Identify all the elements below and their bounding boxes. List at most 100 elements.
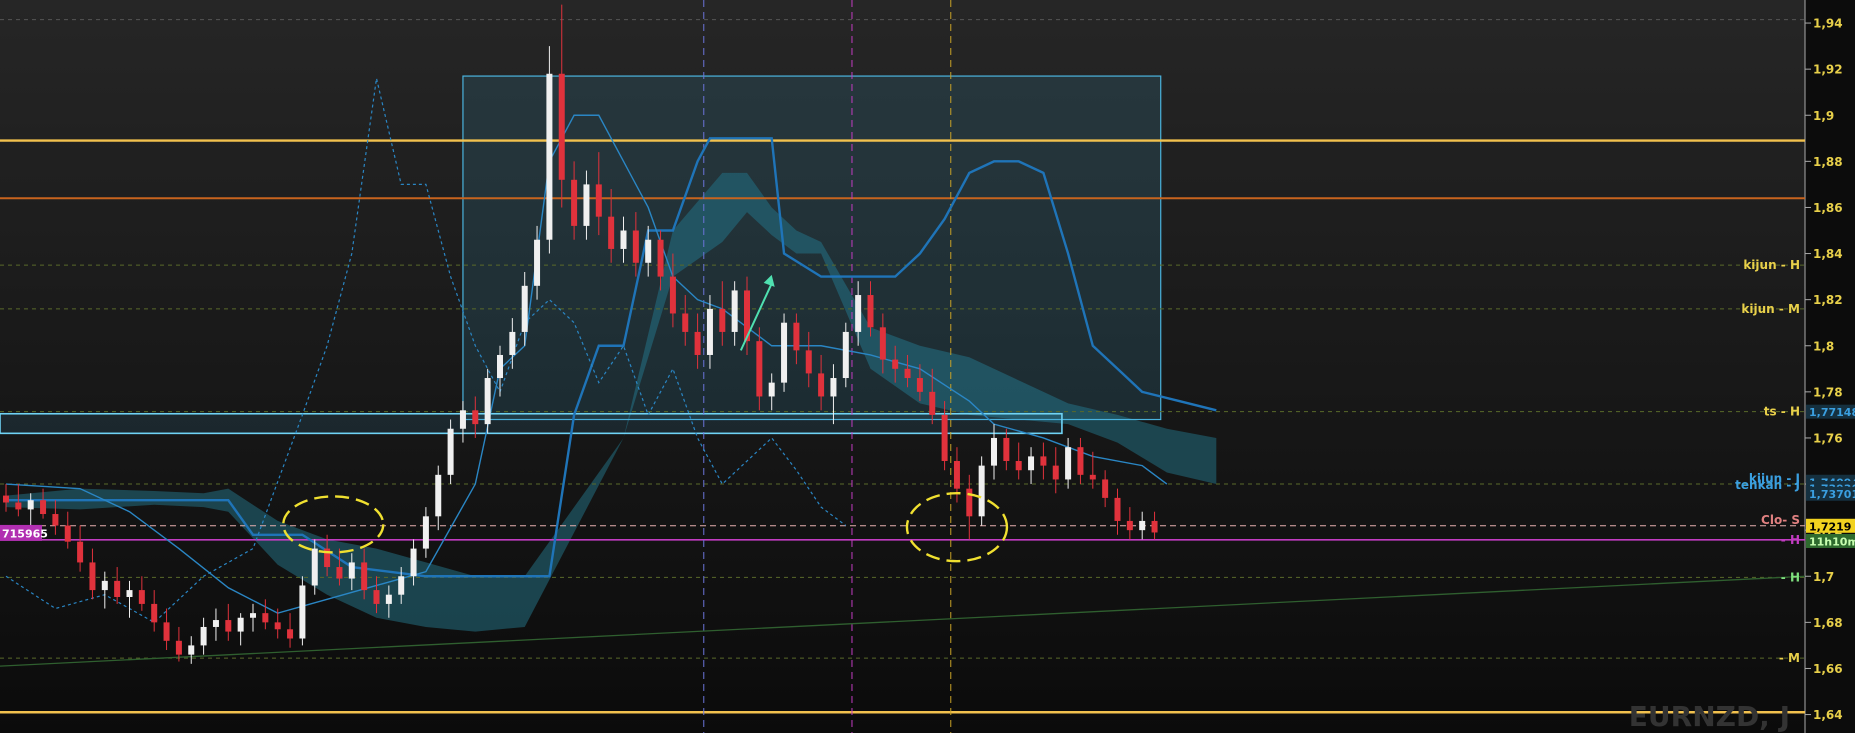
candle-body	[27, 500, 34, 510]
candle-body	[608, 216, 615, 249]
candle-body	[941, 414, 948, 462]
right-label: tenkan - J	[1735, 478, 1800, 492]
y-tick-label: 1,9	[1813, 109, 1834, 123]
candle-body	[126, 590, 133, 598]
y-tick-label: 1,92	[1813, 63, 1843, 77]
candle-body	[768, 382, 775, 397]
right-label: kijun - M	[1741, 302, 1800, 316]
candle-body	[620, 230, 627, 249]
candle-body	[805, 350, 812, 374]
candle-body	[151, 603, 158, 623]
candle-body	[101, 580, 108, 591]
price-tag-label: 11h10m	[1809, 535, 1855, 548]
candle-body	[89, 562, 96, 591]
candle-body	[818, 373, 825, 397]
candle-body	[916, 378, 923, 392]
candle-body	[645, 239, 652, 263]
price-tag-label: 1,73701	[1809, 488, 1855, 501]
candle-body	[657, 239, 664, 277]
candle-body	[842, 331, 849, 379]
candle-body	[472, 410, 479, 425]
candle-body	[1151, 520, 1158, 533]
candle-body	[188, 645, 195, 655]
y-tick-label: 1,86	[1813, 201, 1843, 215]
candle-body	[1040, 456, 1047, 466]
candle-body	[484, 378, 491, 425]
candle-body	[237, 617, 244, 632]
candle-body	[1126, 520, 1133, 531]
candle-body	[373, 590, 380, 604]
candle-body	[595, 184, 602, 217]
symbol-watermark: EURNZD, J	[1629, 700, 1790, 733]
y-tick-label: 1,76	[1813, 431, 1843, 445]
candle-body	[163, 622, 170, 641]
candle-body	[77, 541, 84, 563]
y-tick-label: 1,84	[1813, 247, 1843, 261]
candle-body	[138, 590, 145, 604]
candle-body	[978, 465, 985, 517]
candle-body	[410, 548, 417, 577]
right-label: kijun - H	[1743, 258, 1800, 272]
candle-body	[534, 239, 541, 286]
candle-body	[830, 378, 837, 397]
candle-body	[966, 488, 973, 517]
candle-body	[274, 622, 281, 630]
candle-body	[422, 516, 429, 549]
candle-body	[348, 562, 355, 579]
candle-body	[385, 594, 392, 604]
candle-body	[1139, 520, 1146, 531]
candle-body	[459, 410, 466, 429]
candle-body	[3, 495, 9, 503]
y-tick-label: 1,7	[1813, 570, 1834, 584]
y-tick-label: 1,78	[1813, 385, 1843, 399]
support-zone-box	[0, 412, 1063, 435]
y-tick-label: 1,82	[1813, 293, 1843, 307]
candle-body	[929, 391, 936, 415]
candle-body	[719, 308, 726, 332]
candle-body	[546, 73, 553, 240]
price-tag-label: 1,77148	[1809, 406, 1855, 419]
candle-body	[398, 576, 405, 595]
candle-body	[558, 73, 565, 180]
candle-body	[15, 502, 22, 510]
right-label: Clo- S	[1761, 513, 1800, 527]
candle-body	[879, 327, 886, 360]
candle-body	[361, 562, 368, 591]
candle-body	[175, 640, 182, 655]
price-tag-label: 1,7219	[1809, 520, 1851, 533]
candle-body	[682, 313, 689, 332]
candle-body	[904, 368, 911, 379]
candle-body	[1114, 497, 1121, 521]
y-tick-label: 1,88	[1813, 155, 1843, 169]
candle-body	[583, 184, 590, 226]
candle-body	[706, 308, 713, 355]
candle-body	[991, 437, 997, 466]
candle-body	[1077, 447, 1084, 475]
candle-body	[40, 500, 47, 515]
y-tick-label: 1,94	[1813, 17, 1843, 31]
candle-body	[521, 285, 528, 332]
candle-body	[781, 322, 788, 383]
y-tick-label: 1,64	[1813, 708, 1843, 722]
candle-body	[1102, 479, 1109, 498]
right-label: ts - H	[1764, 405, 1800, 419]
candle-body	[311, 548, 318, 586]
candle-body	[756, 341, 763, 397]
candle-body	[299, 585, 306, 639]
candle-body	[1003, 437, 1010, 462]
y-tick-label: 1,8	[1813, 339, 1834, 353]
candle-body	[447, 428, 454, 475]
candle-body	[1065, 447, 1072, 480]
candle-body	[336, 567, 343, 579]
candle-body	[262, 613, 269, 623]
candle-body	[114, 580, 121, 598]
candle-body	[694, 331, 701, 355]
candle-body	[855, 295, 862, 332]
candle-body	[1028, 456, 1035, 471]
candle-body	[731, 290, 738, 332]
candle-body	[250, 613, 256, 618]
candle-body	[1052, 465, 1059, 480]
candle-body	[225, 620, 232, 632]
right-label: - M	[1779, 651, 1800, 665]
candle-body	[892, 359, 899, 369]
